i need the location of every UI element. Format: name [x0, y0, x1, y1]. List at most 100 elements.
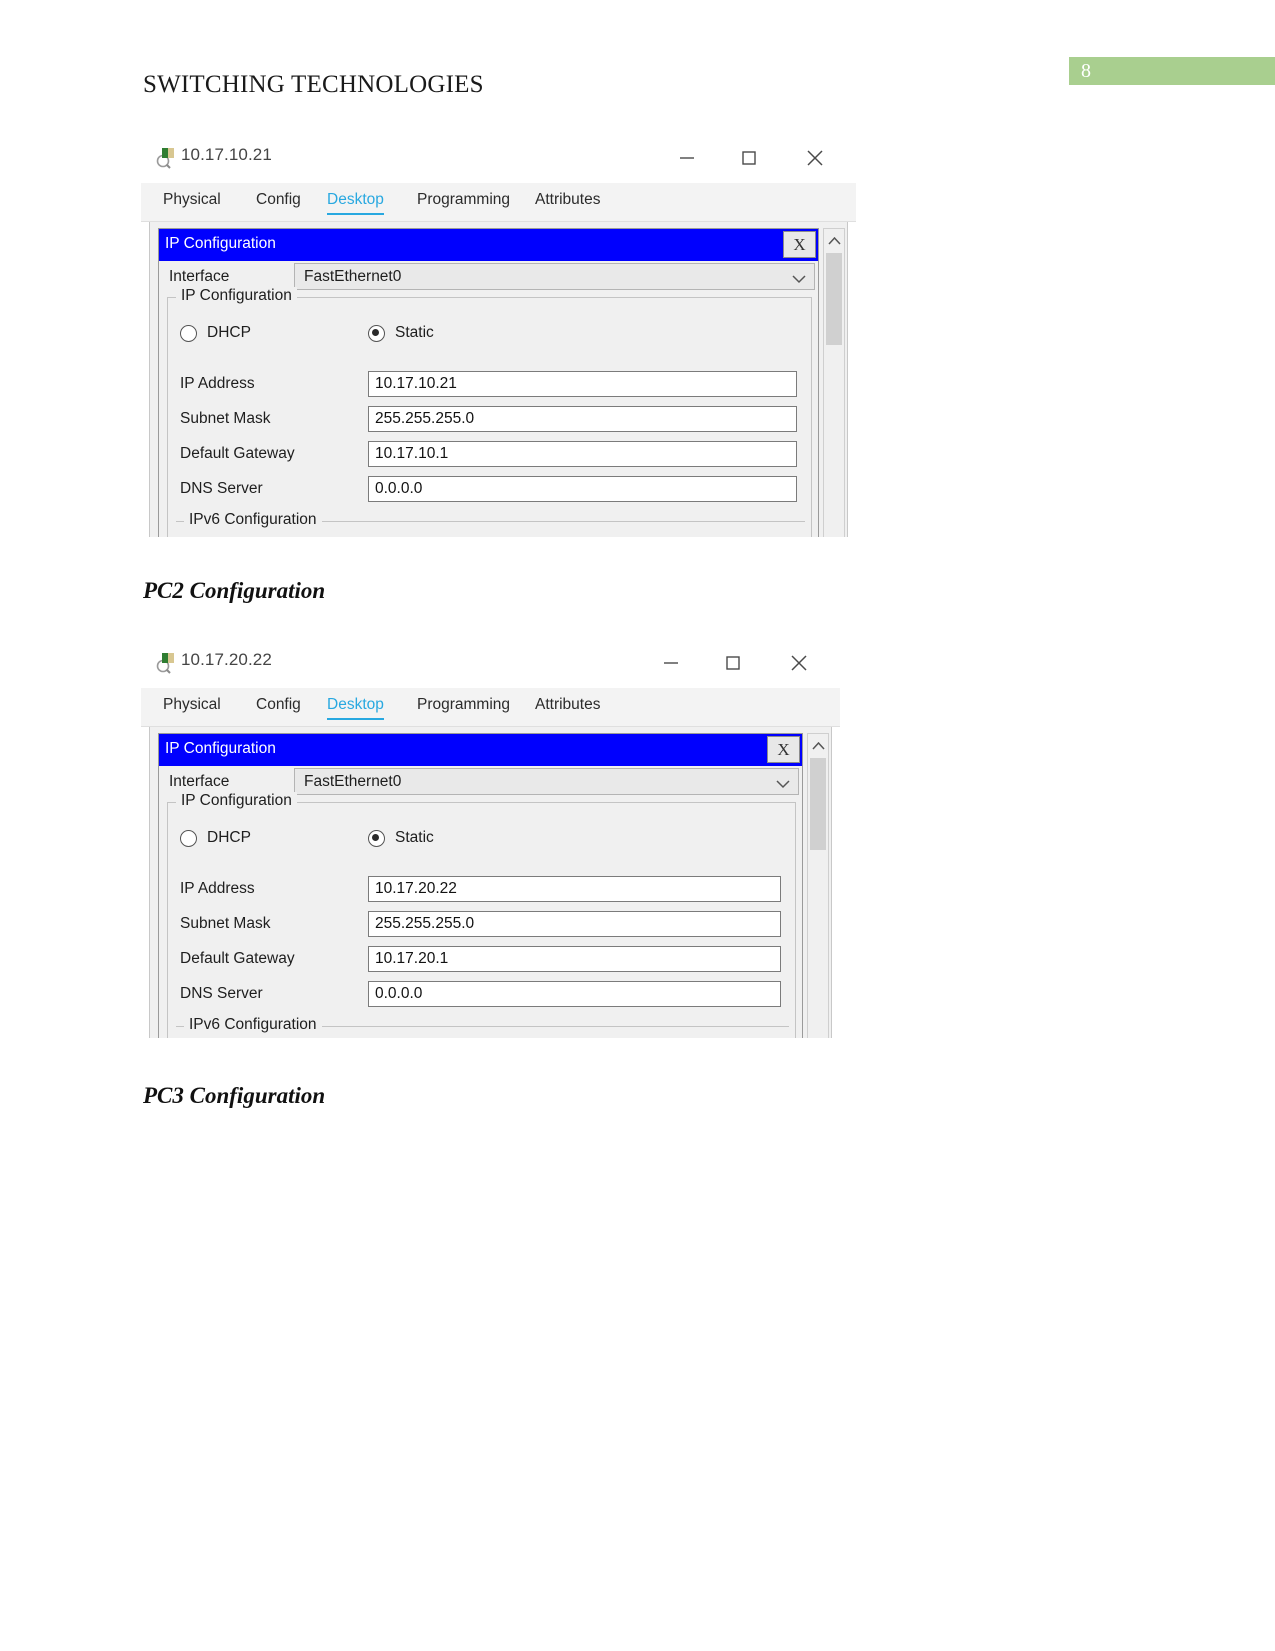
desktop-tab-panel: IP Configuration X Interface FastEtherne…	[149, 222, 848, 537]
packet-tracer-window-pc1: 10.17.10.21 Physical Config Desktop Prog…	[141, 133, 856, 537]
field-row: Subnet Mask 255.255.255.0	[168, 406, 811, 434]
dialog-close-button[interactable]: X	[767, 736, 800, 763]
ip-address-input[interactable]: 10.17.10.21	[368, 371, 797, 397]
tab-desktop[interactable]: Desktop	[327, 191, 384, 215]
ip-address-label: IP Address	[180, 880, 255, 897]
subnet-mask-label: Subnet Mask	[180, 915, 271, 932]
chevron-up-icon[interactable]	[824, 231, 844, 251]
radio-static-label: Static	[395, 324, 434, 341]
field-row: Subnet Mask 255.255.255.0	[168, 911, 795, 939]
tab-attributes[interactable]: Attributes	[535, 191, 600, 213]
ip-mode-radio-group: DHCP Static	[168, 320, 811, 354]
ip-configuration-dialog-title: IP Configuration	[165, 235, 276, 252]
subnet-mask-label: Subnet Mask	[180, 410, 271, 427]
field-row: DNS Server 0.0.0.0	[168, 476, 811, 504]
ip-address-input[interactable]: 10.17.20.22	[368, 876, 781, 902]
interface-select[interactable]: FastEthernet0	[294, 263, 815, 290]
dialog-close-button[interactable]: X	[783, 231, 816, 258]
tabstrip: Physical Config Desktop Programming Attr…	[141, 183, 856, 222]
radio-dhcp-circle-icon	[180, 829, 197, 847]
scrollbar-thumb[interactable]	[826, 253, 842, 345]
ip-configuration-dialog-title: IP Configuration	[165, 740, 276, 757]
ip-configuration-fieldset-legend: IP Configuration	[176, 792, 297, 810]
packet-tracer-pc-icon	[155, 650, 179, 674]
default-gateway-label: Default Gateway	[180, 445, 295, 462]
dialog-scrollbar[interactable]	[823, 228, 845, 537]
page-title: SWITCHING TECHNOLOGIES	[143, 71, 484, 98]
dns-server-input[interactable]: 0.0.0.0	[368, 476, 797, 502]
default-gateway-input[interactable]: 10.17.10.1	[368, 441, 797, 467]
dns-server-input[interactable]: 0.0.0.0	[368, 981, 781, 1007]
chevron-down-icon	[792, 271, 806, 289]
interface-selected-value: FastEthernet0	[304, 268, 402, 285]
section-heading-pc3: PC3 Configuration	[143, 1083, 326, 1108]
radio-dhcp-label: DHCP	[207, 829, 251, 846]
field-row: Default Gateway 10.17.20.1	[168, 946, 795, 974]
interface-label: Interface	[169, 773, 230, 790]
ipv6-configuration-fieldset: IPv6 Configuration	[176, 511, 805, 529]
default-gateway-input[interactable]: 10.17.20.1	[368, 946, 781, 972]
tab-programming[interactable]: Programming	[417, 696, 510, 718]
radio-dhcp[interactable]: DHCP	[180, 829, 251, 847]
minimize-icon[interactable]	[650, 648, 692, 678]
radio-dhcp-label: DHCP	[207, 324, 251, 341]
ipv6-configuration-fieldset: IPv6 Configuration	[176, 1016, 789, 1034]
section-heading-pc2: PC2 Configuration	[143, 578, 326, 603]
chevron-down-icon	[776, 776, 790, 794]
interface-select[interactable]: FastEthernet0	[294, 768, 799, 795]
radio-dhcp[interactable]: DHCP	[180, 324, 251, 342]
close-icon[interactable]	[778, 648, 820, 678]
default-gateway-value: 10.17.20.1	[375, 950, 449, 967]
ip-configuration-dialog-titlebar: IP Configuration X	[159, 734, 802, 766]
ip-configuration-dialog-titlebar: IP Configuration X	[159, 229, 818, 261]
interface-label: Interface	[169, 268, 230, 285]
ip-configuration-fieldset-legend: IP Configuration	[176, 287, 297, 305]
dns-server-label: DNS Server	[180, 985, 263, 1002]
tab-config[interactable]: Config	[256, 696, 301, 718]
ip-configuration-fieldset: IP Configuration DHCP Static IP Address …	[167, 287, 812, 537]
ip-address-value: 10.17.20.22	[375, 880, 457, 897]
chevron-up-icon[interactable]	[808, 736, 828, 756]
radio-static-circle-icon	[368, 829, 385, 847]
ipv6-configuration-legend: IPv6 Configuration	[184, 1016, 322, 1034]
field-row: IP Address 10.17.10.21	[168, 371, 811, 399]
ip-mode-radio-group: DHCP Static	[168, 825, 795, 859]
subnet-mask-input[interactable]: 255.255.255.0	[368, 406, 797, 432]
scrollbar-thumb[interactable]	[810, 758, 826, 850]
tab-programming[interactable]: Programming	[417, 191, 510, 213]
desktop-tab-panel: IP Configuration X Interface FastEtherne…	[149, 727, 832, 1038]
window-title: 10.17.20.22	[181, 650, 272, 669]
window-titlebar: 10.17.10.21	[141, 133, 856, 183]
radio-static-circle-icon	[368, 324, 385, 342]
window-title: 10.17.10.21	[181, 145, 272, 164]
interface-selected-value: FastEthernet0	[304, 773, 402, 790]
subnet-mask-value: 255.255.255.0	[375, 410, 475, 427]
maximize-icon[interactable]	[712, 648, 754, 678]
ipv6-configuration-legend: IPv6 Configuration	[184, 511, 322, 529]
field-row: IP Address 10.17.20.22	[168, 876, 795, 904]
window-titlebar: 10.17.20.22	[141, 638, 840, 688]
dns-server-value: 0.0.0.0	[375, 985, 423, 1002]
tab-desktop[interactable]: Desktop	[327, 696, 384, 720]
radio-static-label: Static	[395, 829, 434, 846]
ip-configuration-dialog: IP Configuration X Interface FastEtherne…	[158, 733, 803, 1038]
tab-physical[interactable]: Physical	[163, 696, 221, 718]
maximize-icon[interactable]	[728, 143, 770, 173]
close-icon[interactable]	[794, 143, 836, 173]
field-row: Default Gateway 10.17.10.1	[168, 441, 811, 469]
packet-tracer-window-pc2: 10.17.20.22 Physical Config Desktop Prog…	[141, 638, 840, 1038]
packet-tracer-pc-icon	[155, 145, 179, 169]
minimize-icon[interactable]	[666, 143, 708, 173]
tabstrip: Physical Config Desktop Programming Attr…	[141, 688, 840, 727]
tab-config[interactable]: Config	[256, 191, 301, 213]
tab-attributes[interactable]: Attributes	[535, 696, 600, 718]
subnet-mask-value: 255.255.255.0	[375, 915, 475, 932]
page-number-band	[1069, 57, 1275, 85]
subnet-mask-input[interactable]: 255.255.255.0	[368, 911, 781, 937]
tab-physical[interactable]: Physical	[163, 191, 221, 213]
page-number: 8	[1081, 60, 1091, 82]
dialog-scrollbar[interactable]	[807, 733, 829, 1038]
radio-static[interactable]: Static	[368, 829, 434, 847]
ip-address-label: IP Address	[180, 375, 255, 392]
radio-static[interactable]: Static	[368, 324, 434, 342]
